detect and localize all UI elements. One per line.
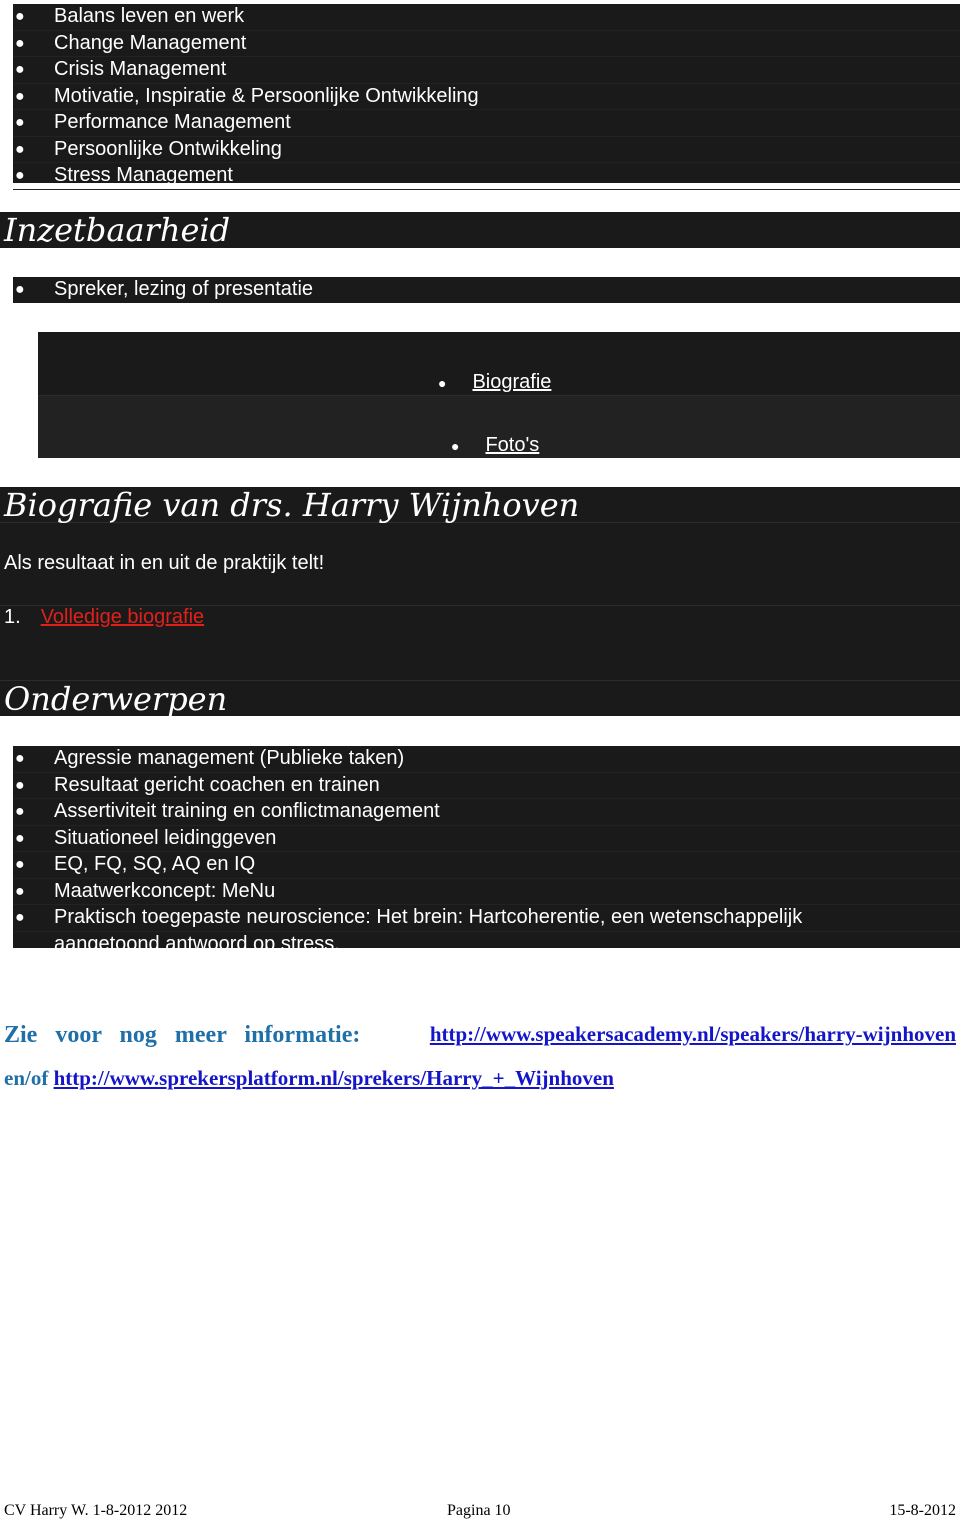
bullet-icon: ● <box>15 856 25 873</box>
item-text: Balans leven en werk <box>54 5 245 27</box>
list-item: ● Balans leven en werk <box>13 4 960 31</box>
en-of-label: en/of <box>4 1066 49 1090</box>
list-item: ● Change Management <box>13 31 960 57</box>
item-text: EQ, FQ, SQ, AQ en IQ <box>54 853 256 875</box>
list-item: ● Persoonlijke Ontwikkeling <box>13 137 960 163</box>
bullet-icon: ● <box>15 87 25 105</box>
interests-list: ● Balans leven en werk ● Change Management… <box>13 4 960 190</box>
list-number: 1. <box>4 606 21 628</box>
list-item: ● Praktisch toegepaste neuroscience: Het … <box>13 905 960 932</box>
item-text: Maatwerkconcept: MeNu <box>54 879 276 902</box>
bullet-icon: ● <box>438 375 447 391</box>
nav-item-biografie: ● Biografie <box>438 371 551 394</box>
item-text: Persoonlijke Ontwikkeling <box>54 137 282 160</box>
item-text: Stress Management <box>54 164 233 186</box>
item-text: Motivatie, Inspiratie & Persoonlijke Ont… <box>54 84 479 107</box>
onderwerpen-heading: Onderwerpen <box>4 680 228 718</box>
biografie-tagline: Als resultaat in en uit de praktijk telt… <box>4 552 325 574</box>
item-text: Spreker, lezing of presentatie <box>54 278 314 300</box>
list-item: ● Assertiviteit training en conflictmanag… <box>13 799 960 826</box>
bullet-icon: ● <box>15 776 25 794</box>
list-item: ● Resultaat gericht coachen en trainen <box>13 773 960 799</box>
fotos-link[interactable]: Foto's <box>485 434 539 456</box>
inzetbaarheid-list-block: ● Spreker, lezing of presentatie <box>13 277 960 303</box>
interests-list-block: ● Balans leven en werk ● Change Management… <box>13 4 960 190</box>
onderwerpen-list-block: ● Agressie management (Publieke taken) ● R… <box>13 746 960 955</box>
list-item: ● Maatwerkconcept: MeNu <box>13 879 960 905</box>
bullet-icon: ● <box>15 8 25 25</box>
biografie-section: Biografie van drs. Harry Wijnhoven Als r… <box>0 486 960 718</box>
list-item: ● Agressie management (Publieke taken) <box>13 746 960 773</box>
item-text: Situationeel leidinggeven <box>54 826 277 849</box>
more-info-label: Zie voor nog meer informatie: <box>4 1022 361 1048</box>
biografie-item: 1. Volledige biografie <box>4 606 204 629</box>
footer-page-number: Pagina 10 <box>447 1502 511 1519</box>
item-text: aangetoond antwoord op stress. <box>54 932 340 955</box>
bullet-icon: ● <box>15 750 25 767</box>
item-text: Praktisch toegepaste neuroscience: Het b… <box>54 906 803 928</box>
footer-left: CV Harry W. 1-8-2012 2012 <box>4 1502 188 1519</box>
bullet-icon: ● <box>15 909 25 926</box>
item-text: Performance Management <box>54 111 291 133</box>
biografie-title: Biografie van drs. Harry Wijnhoven <box>4 486 580 524</box>
item-text: Change Management <box>54 31 247 54</box>
speakersacademy-link[interactable]: http://www.speakersacademy.nl/speakers/h… <box>430 1022 956 1049</box>
bullet-icon: ● <box>451 438 460 454</box>
list-item: ● Situationeel leidinggeven <box>13 826 960 852</box>
bullet-icon: ● <box>15 829 25 847</box>
item-text: Assertiviteit training en conflictmanage… <box>54 800 440 822</box>
more-info-line: Zie voor nog meer informatie: http://www… <box>4 1022 956 1049</box>
bullet-icon: ● <box>15 167 25 184</box>
item-text: Agressie management (Publieke taken) <box>54 747 405 769</box>
item-text: Resultaat gericht coachen en trainen <box>54 773 380 796</box>
bullet-icon: ● <box>15 114 25 131</box>
item-text: Crisis Management <box>54 58 227 80</box>
bullet-icon: ● <box>15 61 25 78</box>
list-item: ● Stress Management <box>13 163 960 190</box>
nav-block: ● Biografie ● Foto's <box>38 332 960 458</box>
bullet-icon: ● <box>15 34 25 52</box>
bullet-icon: ● <box>15 281 25 298</box>
biografie-link[interactable]: Biografie <box>472 371 551 393</box>
bullet-icon: ● <box>15 140 25 158</box>
list-item: ● Crisis Management <box>13 57 960 84</box>
sprekersplatform-link[interactable]: http://www.sprekersplatform.nl/sprekers/… <box>54 1066 614 1090</box>
bullet-icon: ● <box>15 803 25 820</box>
list-item: ● Performance Management <box>13 110 960 137</box>
more-info-line-2: en/of http://www.sprekersplatform.nl/spr… <box>4 1066 614 1091</box>
volledige-biografie-link[interactable]: Volledige biografie <box>41 606 204 628</box>
list-item: ● EQ, FQ, SQ, AQ en IQ <box>13 852 960 879</box>
bullet-icon: ● <box>15 882 25 900</box>
list-item: ● Motivatie, Inspiratie & Persoonlijke On… <box>13 84 960 110</box>
nav-item-fotos: ● Foto's <box>451 434 539 457</box>
inzetbaarheid-heading: Inzetbaarheid <box>0 212 960 248</box>
footer-date: 15-8-2012 <box>889 1502 956 1519</box>
list-item: aangetoond antwoord op stress. <box>13 932 960 958</box>
list-item: ● Spreker, lezing of presentatie <box>13 277 960 303</box>
